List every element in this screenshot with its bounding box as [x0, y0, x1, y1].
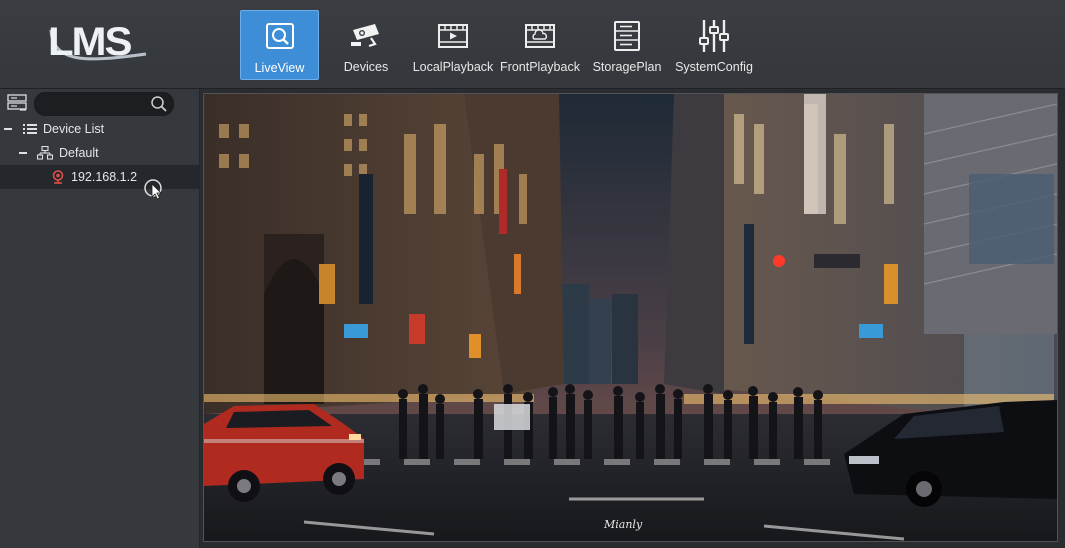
search-icon[interactable] [150, 95, 168, 118]
collapse-icon[interactable] [19, 152, 27, 154]
tree-node-device[interactable]: 192.168.1.2 [0, 165, 199, 189]
device-status-icon [52, 170, 64, 184]
top-toolbar: LMS LiveView Devices LocalPlayback Front… [0, 0, 1065, 89]
server-list-icon[interactable] [7, 94, 27, 117]
storage-icon [609, 18, 645, 54]
sliders-icon [696, 18, 732, 54]
nav-frontplayback-label: FrontPlayback [500, 60, 580, 74]
nav-systemconfig-button[interactable]: SystemConfig [672, 10, 756, 78]
nav-devices-button[interactable]: Devices [334, 10, 398, 78]
group-network-icon [37, 146, 53, 160]
front-playback-icon [522, 18, 558, 54]
tree-label-device-list: Device List [43, 122, 105, 136]
live-video-feed[interactable]: Mianly [203, 93, 1058, 542]
device-search-field[interactable] [34, 92, 174, 116]
logo-text: LMS [48, 20, 132, 64]
nav-storageplan-button[interactable]: StoragePlan [590, 10, 664, 78]
nav-liveview-button[interactable]: LiveView [240, 10, 319, 80]
sidebar-toolbar [0, 89, 199, 117]
hand-cursor-icon [143, 178, 167, 207]
app-logo: LMS [48, 20, 148, 64]
live-view-panel[interactable]: Mianly [200, 90, 1065, 548]
nav-devices-label: Devices [343, 60, 389, 74]
street-scene-video-frame [204, 94, 1057, 541]
tree-label-device-ip: 192.168.1.2 [71, 170, 138, 184]
device-sidebar: Device List Default 192.168.1.2 [0, 89, 200, 548]
nav-systemconfig-label: SystemConfig [675, 60, 753, 74]
collapse-icon[interactable] [4, 128, 12, 130]
camera-icon [348, 18, 384, 54]
list-icon [23, 123, 37, 135]
nav-localplayback-label: LocalPlayback [412, 60, 494, 74]
tree-label-default: Default [59, 146, 99, 160]
tree-node-device-list[interactable]: Device List [0, 117, 199, 141]
video-watermark: Mianly [604, 518, 643, 531]
nav-localplayback-button[interactable]: LocalPlayback [411, 10, 495, 78]
nav-liveview-label: LiveView [254, 61, 305, 75]
device-search-input[interactable] [43, 95, 147, 113]
local-playback-icon [435, 18, 471, 54]
nav-frontplayback-button[interactable]: FrontPlayback [498, 10, 582, 78]
liveview-icon [262, 19, 298, 55]
nav-storageplan-label: StoragePlan [592, 60, 662, 74]
tree-node-default-group[interactable]: Default [0, 141, 199, 165]
